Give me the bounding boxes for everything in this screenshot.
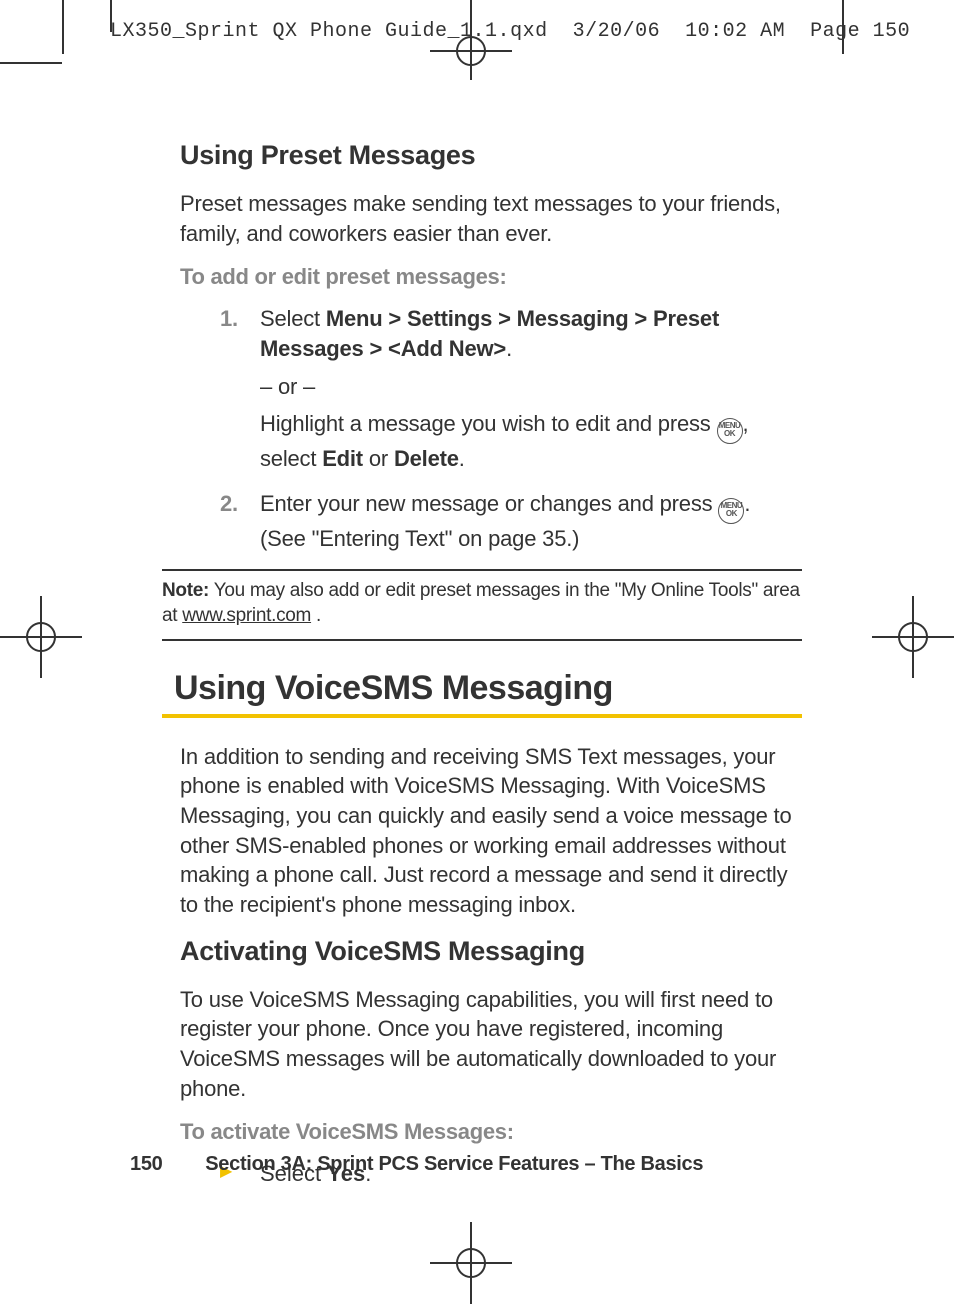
- crop-mark: [62, 0, 64, 54]
- registration-mark-icon: [892, 616, 934, 658]
- preset-step-1: 1. Select Menu > Settings > Messaging > …: [220, 304, 800, 473]
- step-text: .: [459, 446, 465, 471]
- step-text: Highlight a message you wish to edit and…: [260, 411, 717, 436]
- sprint-link[interactable]: www.sprint.com: [182, 605, 311, 626]
- or-separator: – or –: [260, 372, 800, 402]
- step-text: .: [506, 336, 512, 361]
- step-text: Enter your new message or changes and pr…: [260, 491, 718, 516]
- preset-steps-list: 1. Select Menu > Settings > Messaging > …: [220, 304, 800, 553]
- activating-intro-paragraph: To use VoiceSMS Messaging capabilities, …: [180, 985, 800, 1104]
- section-label: Section 3A: Sprint PCS Service Features …: [205, 1153, 703, 1175]
- print-time: 10:02 AM: [685, 20, 785, 43]
- note-box: Note: You may also add or edit preset me…: [162, 569, 802, 640]
- page-footer: 150 Section 3A: Sprint PCS Service Featu…: [130, 1153, 810, 1176]
- registration-mark-icon: [450, 1242, 492, 1284]
- heading-voicesms: Using VoiceSMS Messaging: [174, 669, 800, 708]
- page-content: Using Preset Messages Preset messages ma…: [180, 140, 800, 1189]
- yellow-divider: [162, 714, 802, 718]
- preset-lead-line: To add or edit preset messages:: [180, 264, 800, 290]
- print-page-label: Page 150: [810, 20, 910, 43]
- menu-ok-button-icon: MENU OK: [718, 498, 744, 524]
- crop-mark: [110, 0, 112, 32]
- heading-activating-voicesms: Activating VoiceSMS Messaging: [180, 936, 800, 967]
- step-alt-text: Highlight a message you wish to edit and…: [260, 409, 800, 473]
- voicesms-intro-paragraph: In addition to sending and receiving SMS…: [180, 742, 800, 920]
- step-text: Select: [260, 306, 326, 331]
- page-number: 150: [130, 1153, 200, 1176]
- preset-step-2: 2. Enter your new message or changes and…: [220, 489, 800, 553]
- step-text: or: [363, 446, 394, 471]
- note-label: Note:: [162, 580, 209, 601]
- activate-lead-line: To activate VoiceSMS Messages:: [180, 1119, 800, 1145]
- edit-label: Edit: [322, 446, 363, 471]
- menu-path: Menu > Settings > Messaging > Preset Mes…: [260, 306, 719, 361]
- crop-mark: [842, 0, 844, 54]
- print-metadata-header: LX350_Sprint QX Phone Guide_1.1.qxd 3/20…: [110, 20, 914, 43]
- menu-ok-button-icon: MENU OK: [717, 418, 743, 444]
- print-date: 3/20/06: [573, 20, 661, 43]
- step-number: 2.: [220, 489, 238, 519]
- note-text: .: [311, 605, 321, 626]
- heading-preset-messages: Using Preset Messages: [180, 140, 800, 171]
- registration-mark-icon: [450, 30, 492, 72]
- registration-mark-icon: [20, 616, 62, 658]
- step-number: 1.: [220, 304, 238, 334]
- crop-mark: [0, 62, 62, 64]
- delete-label: Delete: [394, 446, 459, 471]
- preset-intro-paragraph: Preset messages make sending text messag…: [180, 189, 800, 248]
